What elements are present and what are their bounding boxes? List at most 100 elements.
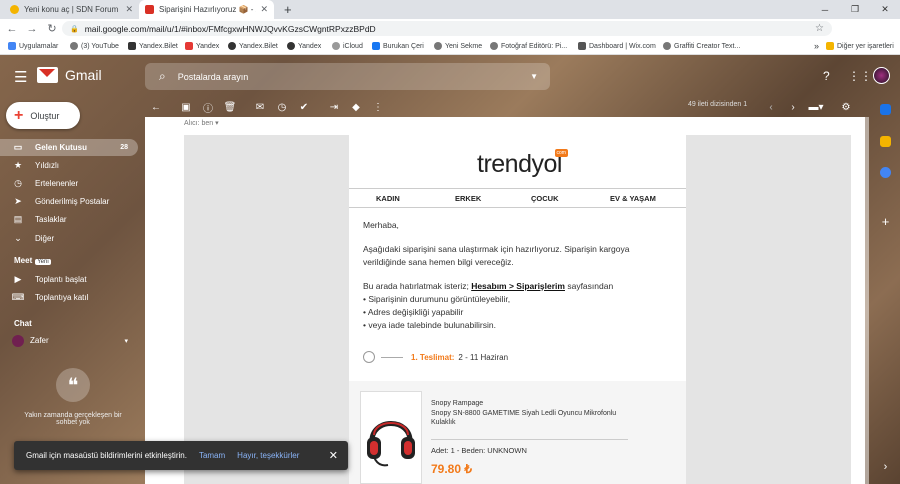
lock-icon: 🔒 <box>70 25 79 33</box>
category-home-link[interactable]: EV & YAŞAM <box>610 194 656 203</box>
product-name[interactable]: Snopy SN-8800 GAMETIME Siyah Ledli Oyunc… <box>431 409 646 427</box>
reading-pane: Alıcı: ben ▾ trendyol com KADIN ERKEK ÇOC… <box>145 117 865 484</box>
tasks-icon[interactable] <box>880 167 891 178</box>
chevron-down-icon[interactable]: ▾ <box>124 337 128 345</box>
bookmark-yandex-bilet[interactable]: Yandex.Bilet <box>128 42 178 50</box>
bookmarks-more-icon[interactable]: » <box>814 41 819 51</box>
bookmark-apps[interactable]: Uygulamalar <box>8 42 58 50</box>
bookmark-icloud[interactable]: iCloud <box>332 42 363 50</box>
recipient-line[interactable]: Alıcı: ben ▾ <box>184 119 219 127</box>
pager-text: 49 ileti dizisinden 1 <box>688 101 748 108</box>
close-tab-icon[interactable]: ✕ <box>260 4 268 15</box>
bookmark-other[interactable]: Diğer yer işaretleri <box>826 42 894 50</box>
address-bar[interactable]: 🔒 mail.google.com/mail/u/1/#inbox/FMfcgx… <box>62 21 832 36</box>
account-avatar[interactable] <box>873 67 890 84</box>
nav-inbox[interactable]: ▭ Gelen Kutusu 28 <box>0 139 138 156</box>
search-input[interactable]: ⌕ Postalarda arayın ▼ <box>145 63 550 90</box>
label-icon[interactable]: ◆ <box>345 102 367 113</box>
calendar-icon[interactable] <box>880 104 891 115</box>
apps-grid-icon[interactable]: ⋮⋮ <box>848 69 872 83</box>
greeting: Merhaba, <box>363 220 399 230</box>
apps-grid-icon <box>8 42 16 50</box>
yandex-bilet-icon <box>128 42 136 50</box>
trendyol-logo[interactable]: trendyol com <box>477 149 568 179</box>
category-women-link[interactable]: KADIN <box>376 194 400 203</box>
category-kids-link[interactable]: ÇOCUK <box>531 194 559 203</box>
minimize-icon[interactable]: ─ <box>810 0 840 19</box>
archive-icon[interactable]: ▣ <box>175 102 197 113</box>
my-orders-link[interactable]: Hesabım > Siparişlerim <box>471 281 565 291</box>
bookmark-photo-editor[interactable]: Fotoğraf Editörü: Pi... <box>490 42 567 50</box>
globe-icon <box>663 42 671 50</box>
newer-icon[interactable]: ‹ <box>760 102 782 113</box>
restore-icon[interactable]: ❐ <box>840 0 870 19</box>
get-addons-icon[interactable]: + <box>880 215 891 228</box>
settings-gear-icon[interactable]: ⚙ <box>835 102 857 113</box>
bookmark-new-tab[interactable]: Yeni Sekme <box>434 42 482 50</box>
delete-icon[interactable]: 🗑 <box>219 102 241 113</box>
globe-icon <box>70 42 78 50</box>
add-task-icon[interactable]: ✔ <box>293 102 315 113</box>
back-icon[interactable]: ← <box>4 23 20 35</box>
bookmarks-bar: Uygulamalar (3) YouTube Yandex.Bilet Yan… <box>0 38 900 55</box>
category-men-link[interactable]: ERKEK <box>455 194 481 203</box>
divider <box>381 356 403 358</box>
more-actions-icon[interactable]: ⋮ <box>367 102 389 113</box>
new-tab-button[interactable]: + <box>278 0 298 19</box>
gmail-logo[interactable]: Gmail <box>37 67 102 83</box>
main-menu-icon[interactable]: ☰ <box>14 68 27 86</box>
forward-icon[interactable]: → <box>24 23 40 35</box>
report-spam-icon[interactable]: ⓘ <box>197 100 219 115</box>
nav-sent[interactable]: ➤ Gönderilmiş Postalar <box>0 193 138 210</box>
product-brand: Snopy Rampage <box>431 400 484 407</box>
tab-sdn-forum[interactable]: Yeni konu aç | SDN Forum ✕ <box>4 0 139 19</box>
scrollbar[interactable] <box>865 117 869 484</box>
send-icon: ➤ <box>14 196 22 206</box>
delivery-clock-icon <box>363 351 375 363</box>
chevron-down-icon: ⌄ <box>14 233 22 243</box>
gmail-envelope-icon <box>37 67 58 83</box>
url-text: mail.google.com/mail/u/1/#inbox/FMfcgxwH… <box>84 23 376 34</box>
back-to-inbox-icon[interactable]: ← <box>145 102 167 113</box>
nav-snoozed[interactable]: ◷ Ertelenenler <box>0 175 138 192</box>
show-side-panel-icon[interactable]: › <box>880 462 891 473</box>
nav-starred[interactable]: ★ Yıldızlı <box>0 157 138 174</box>
bookmark-yandex-2[interactable]: Yandex <box>287 42 321 50</box>
input-tools-icon[interactable]: ▬▾ <box>805 102 827 113</box>
bookmark-facebook[interactable]: Burukan Çeri <box>372 42 424 50</box>
snackbar-dismiss-button[interactable]: Hayır, teşekkürler <box>237 451 299 460</box>
bookmark-yandex[interactable]: Yandex <box>185 42 219 50</box>
hangouts-quote-icon: ❝ <box>56 368 90 402</box>
help-icon[interactable]: ? <box>823 69 830 83</box>
snooze-icon[interactable]: ◷ <box>271 102 293 113</box>
keep-icon[interactable] <box>880 136 891 147</box>
meet-start-meeting[interactable]: ▶ Toplantı başlat <box>0 271 138 288</box>
search-icon[interactable]: ⌕ <box>159 69 166 84</box>
snackbar-ok-button[interactable]: Tamam <box>199 451 225 460</box>
tab-gmail[interactable]: Siparişini Hazırlıyoruz 📦 - zafer ✕ <box>139 0 274 19</box>
nav-more[interactable]: ⌄ Diğer <box>0 230 138 247</box>
nav-drafts[interactable]: ▤ Taslaklar <box>0 211 138 228</box>
mark-unread-icon[interactable]: ✉ <box>249 102 271 113</box>
headset-product-image[interactable] <box>360 391 422 484</box>
search-options-icon[interactable]: ▼ <box>530 72 538 81</box>
chat-user[interactable]: Zafer ▾ <box>0 332 138 349</box>
delivery-info: 1. Teslimat: 2 - 11 Haziran <box>363 351 508 363</box>
bookmark-youtube[interactable]: (3) YouTube <box>70 42 119 50</box>
bookmark-graffiti[interactable]: Graffiti Creator Text... <box>663 42 740 50</box>
reload-icon[interactable]: ↻ <box>44 22 60 35</box>
move-to-icon[interactable]: ⇥ <box>323 102 345 113</box>
sdn-favicon-icon <box>10 5 19 14</box>
globe-icon <box>228 42 236 50</box>
close-icon[interactable]: ✕ <box>329 449 338 462</box>
bookmark-star-icon[interactable]: ☆ <box>815 23 824 34</box>
meet-join-meeting[interactable]: ⌨ Toplantıya katıl <box>0 289 138 306</box>
compose-button[interactable]: + Oluştur <box>6 102 80 129</box>
video-icon: ▶ <box>14 274 22 284</box>
older-icon[interactable]: › <box>782 102 804 113</box>
close-window-icon[interactable]: ✕ <box>870 0 900 19</box>
bookmark-yandex-bilet-2[interactable]: Yandex.Bilet <box>228 42 278 50</box>
close-tab-icon[interactable]: ✕ <box>125 4 133 15</box>
bookmark-wix[interactable]: Dashboard | Wix.com <box>578 42 656 50</box>
product-quantity: Adet: 1 - Beden: UNKNOWN <box>431 446 527 455</box>
